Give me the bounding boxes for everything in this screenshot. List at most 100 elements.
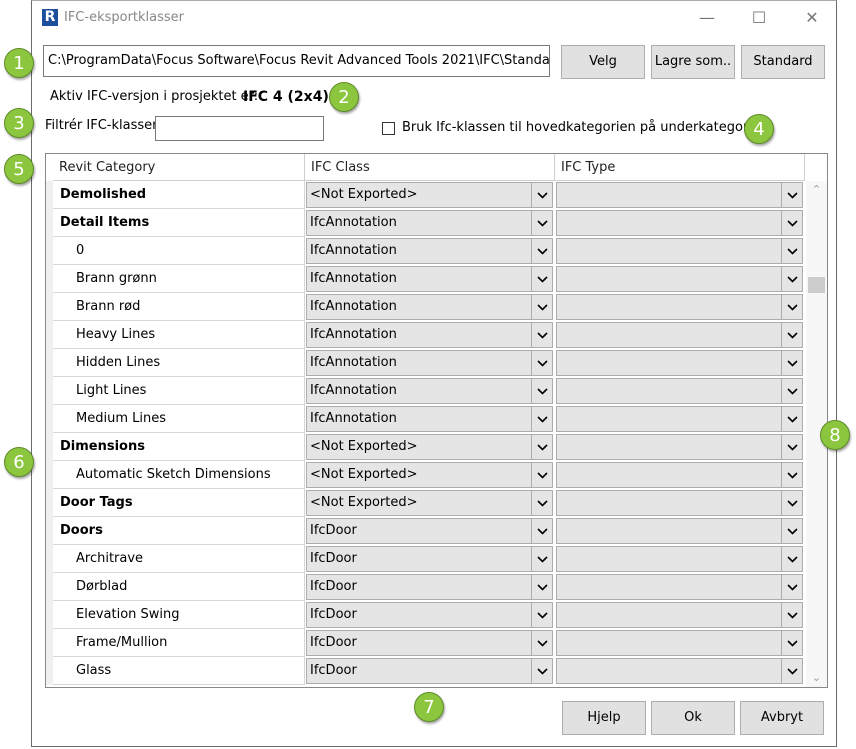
ifc-class-dropdown[interactable]: <Not Exported> — [306, 434, 553, 460]
row-selector[interactable] — [46, 517, 53, 545]
chevron-down-icon[interactable] — [531, 323, 552, 347]
ok-button[interactable]: Ok — [651, 701, 735, 735]
ifc-class-dropdown[interactable]: IfcDoor — [306, 574, 553, 600]
table-row[interactable]: Frame/Mullion IfcDoor — [46, 629, 805, 657]
row-selector[interactable] — [46, 349, 53, 377]
chevron-down-icon[interactable] — [531, 603, 552, 627]
chevron-down-icon[interactable] — [531, 435, 552, 459]
ifc-file-path-field[interactable]: C:\ProgramData\Focus Software\Focus Revi… — [43, 45, 550, 77]
chevron-down-icon[interactable] — [781, 239, 802, 263]
ifc-class-dropdown[interactable]: IfcAnnotation — [306, 266, 553, 292]
minimize-icon[interactable]: — — [692, 7, 722, 29]
chevron-down-icon[interactable] — [781, 407, 802, 431]
table-row[interactable]: Detail Items IfcAnnotation — [46, 209, 805, 237]
chevron-down-icon[interactable] — [531, 547, 552, 571]
row-selector[interactable] — [46, 657, 53, 685]
row-selector[interactable] — [46, 237, 53, 265]
chevron-down-icon[interactable] — [531, 407, 552, 431]
chevron-down-icon[interactable] — [781, 435, 802, 459]
row-selector[interactable] — [46, 461, 53, 489]
chevron-down-icon[interactable] — [531, 659, 552, 683]
row-selector[interactable] — [46, 573, 53, 601]
table-row[interactable]: Doors IfcDoor — [46, 517, 805, 545]
ifc-type-dropdown[interactable] — [556, 658, 803, 684]
row-selector[interactable] — [46, 265, 53, 293]
row-selector[interactable] — [46, 601, 53, 629]
chevron-down-icon[interactable] — [781, 575, 802, 599]
use-parent-class-checkbox[interactable] — [382, 122, 395, 135]
chevron-down-icon[interactable] — [781, 379, 802, 403]
row-selector[interactable] — [46, 433, 53, 461]
table-row[interactable]: Heavy Lines IfcAnnotation — [46, 321, 805, 349]
ifc-class-dropdown[interactable]: IfcAnnotation — [306, 322, 553, 348]
ifc-type-dropdown[interactable] — [556, 546, 803, 572]
ifc-class-dropdown[interactable]: <Not Exported> — [306, 462, 553, 488]
select-button[interactable]: Velg — [561, 45, 645, 79]
scroll-up-icon[interactable]: ⌃ — [806, 181, 827, 199]
chevron-down-icon[interactable] — [781, 659, 802, 683]
ifc-type-dropdown[interactable] — [556, 238, 803, 264]
chevron-down-icon[interactable] — [781, 519, 802, 543]
row-selector[interactable] — [46, 293, 53, 321]
ifc-class-dropdown[interactable]: IfcDoor — [306, 630, 553, 656]
ifc-type-dropdown[interactable] — [556, 322, 803, 348]
chevron-down-icon[interactable] — [531, 631, 552, 655]
ifc-class-dropdown[interactable]: IfcAnnotation — [306, 294, 553, 320]
row-selector[interactable] — [46, 545, 53, 573]
column-header-ifc-class[interactable]: IFC Class — [305, 154, 555, 181]
ifc-class-dropdown[interactable]: IfcDoor — [306, 546, 553, 572]
table-row[interactable]: Dørblad IfcDoor — [46, 573, 805, 601]
ifc-class-dropdown[interactable]: IfcDoor — [306, 518, 553, 544]
table-row[interactable]: Glass IfcDoor — [46, 657, 805, 685]
chevron-down-icon[interactable] — [531, 379, 552, 403]
scrollbar-thumb[interactable] — [808, 277, 825, 293]
row-selector[interactable] — [46, 181, 53, 209]
ifc-type-dropdown[interactable] — [556, 294, 803, 320]
filter-input[interactable] — [155, 116, 324, 141]
save-as-button[interactable]: Lagre som.. — [651, 45, 735, 79]
row-selector[interactable] — [46, 489, 53, 517]
chevron-down-icon[interactable] — [781, 267, 802, 291]
ifc-type-dropdown[interactable] — [556, 630, 803, 656]
table-row[interactable]: Dimensions <Not Exported> — [46, 433, 805, 461]
ifc-type-dropdown[interactable] — [556, 210, 803, 236]
chevron-down-icon[interactable] — [781, 183, 802, 207]
row-selector[interactable] — [46, 405, 53, 433]
maximize-icon[interactable]: ☐ — [744, 7, 774, 29]
chevron-down-icon[interactable] — [531, 575, 552, 599]
row-selector[interactable] — [46, 377, 53, 405]
chevron-down-icon[interactable] — [531, 211, 552, 235]
table-row[interactable]: Medium Lines IfcAnnotation — [46, 405, 805, 433]
table-row[interactable]: Elevation Swing IfcDoor — [46, 601, 805, 629]
ifc-type-dropdown[interactable] — [556, 182, 803, 208]
ifc-type-dropdown[interactable] — [556, 574, 803, 600]
ifc-class-dropdown[interactable]: IfcAnnotation — [306, 210, 553, 236]
ifc-class-dropdown[interactable]: IfcDoor — [306, 602, 553, 628]
ifc-type-dropdown[interactable] — [556, 434, 803, 460]
ifc-type-dropdown[interactable] — [556, 266, 803, 292]
ifc-class-dropdown[interactable]: IfcAnnotation — [306, 406, 553, 432]
ifc-class-dropdown[interactable]: IfcAnnotation — [306, 238, 553, 264]
ifc-type-dropdown[interactable] — [556, 518, 803, 544]
table-row[interactable]: Brann rød IfcAnnotation — [46, 293, 805, 321]
ifc-class-dropdown[interactable]: IfcAnnotation — [306, 378, 553, 404]
chevron-down-icon[interactable] — [781, 323, 802, 347]
chevron-down-icon[interactable] — [781, 295, 802, 319]
table-row[interactable]: Automatic Sketch Dimensions <Not Exported… — [46, 461, 805, 489]
ifc-type-dropdown[interactable] — [556, 602, 803, 628]
chevron-down-icon[interactable] — [531, 267, 552, 291]
chevron-down-icon[interactable] — [781, 603, 802, 627]
chevron-down-icon[interactable] — [531, 491, 552, 515]
default-button[interactable]: Standard — [741, 45, 825, 79]
chevron-down-icon[interactable] — [531, 183, 552, 207]
column-header-revit-category[interactable]: Revit Category — [53, 154, 305, 181]
table-row[interactable]: Demolished <Not Exported> — [46, 181, 805, 209]
ifc-type-dropdown[interactable] — [556, 406, 803, 432]
chevron-down-icon[interactable] — [781, 211, 802, 235]
ifc-class-dropdown[interactable]: <Not Exported> — [306, 182, 553, 208]
column-header-ifc-type[interactable]: IFC Type — [555, 154, 805, 181]
ifc-class-dropdown[interactable]: IfcDoor — [306, 658, 553, 684]
table-row[interactable]: Brann grønn IfcAnnotation — [46, 265, 805, 293]
row-selector[interactable] — [46, 321, 53, 349]
chevron-down-icon[interactable] — [531, 295, 552, 319]
